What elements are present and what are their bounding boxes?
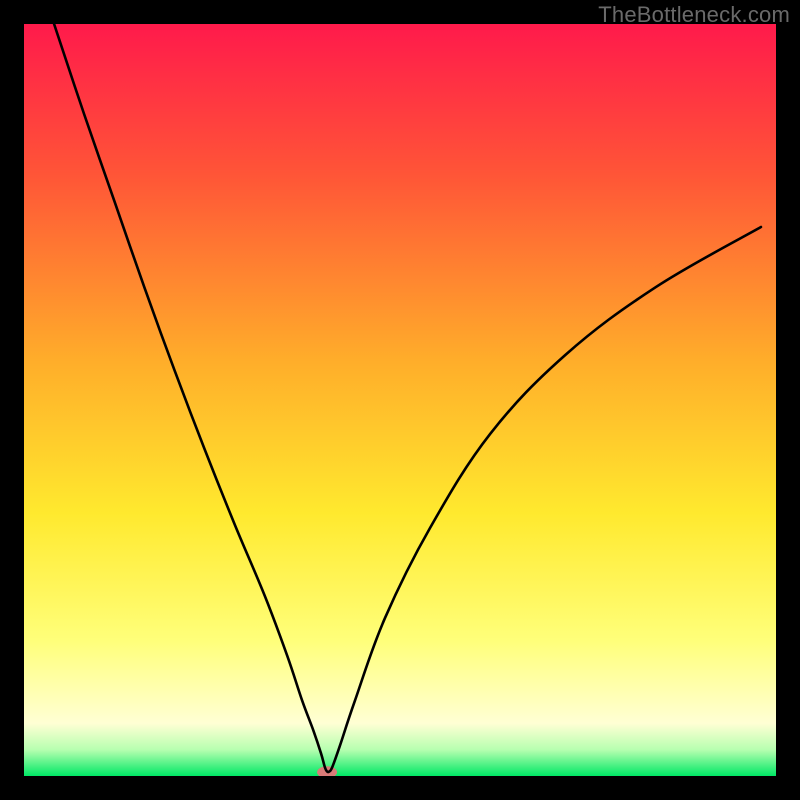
watermark-text: TheBottleneck.com — [598, 2, 790, 28]
chart-svg — [24, 24, 776, 776]
chart-frame — [24, 24, 776, 776]
gradient-background — [24, 24, 776, 776]
